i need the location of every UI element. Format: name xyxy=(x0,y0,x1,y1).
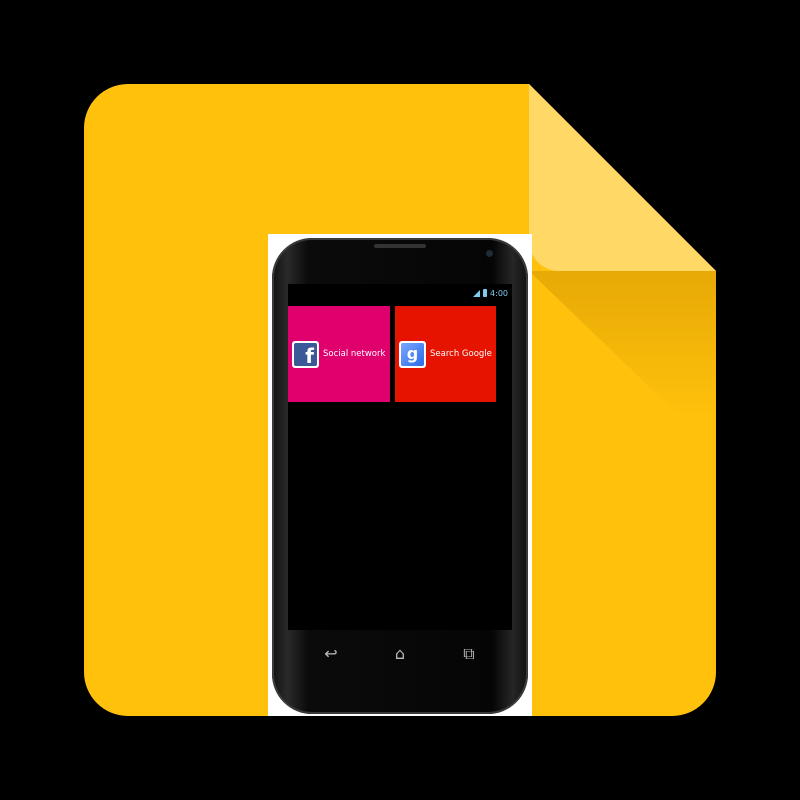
phone-speaker xyxy=(374,244,426,248)
tile-social-network[interactable]: f Social network xyxy=(288,306,390,402)
phone-camera xyxy=(486,250,493,257)
status-bar: 4:00 xyxy=(473,286,512,300)
tile-label: Social network xyxy=(323,349,386,359)
facebook-icon: f xyxy=(292,340,319,368)
phone-device: 4:00 f Social network g Search Google ↩ … xyxy=(272,238,528,714)
battery-icon xyxy=(483,289,488,297)
signal-icon xyxy=(473,289,481,297)
recent-apps-icon[interactable]: ⧉ xyxy=(454,644,484,664)
tile-search-google[interactable]: g Search Google xyxy=(395,306,496,402)
document-page-fold xyxy=(529,84,716,271)
tile-label: Search Google xyxy=(430,349,492,359)
status-time: 4:00 xyxy=(490,288,508,298)
phone-screen: 4:00 f Social network g Search Google xyxy=(288,284,512,630)
home-icon[interactable]: ⌂ xyxy=(385,644,415,664)
back-icon[interactable]: ↩ xyxy=(316,644,346,664)
google-icon: g xyxy=(399,340,426,368)
navigation-bar: ↩ ⌂ ⧉ xyxy=(272,644,528,664)
